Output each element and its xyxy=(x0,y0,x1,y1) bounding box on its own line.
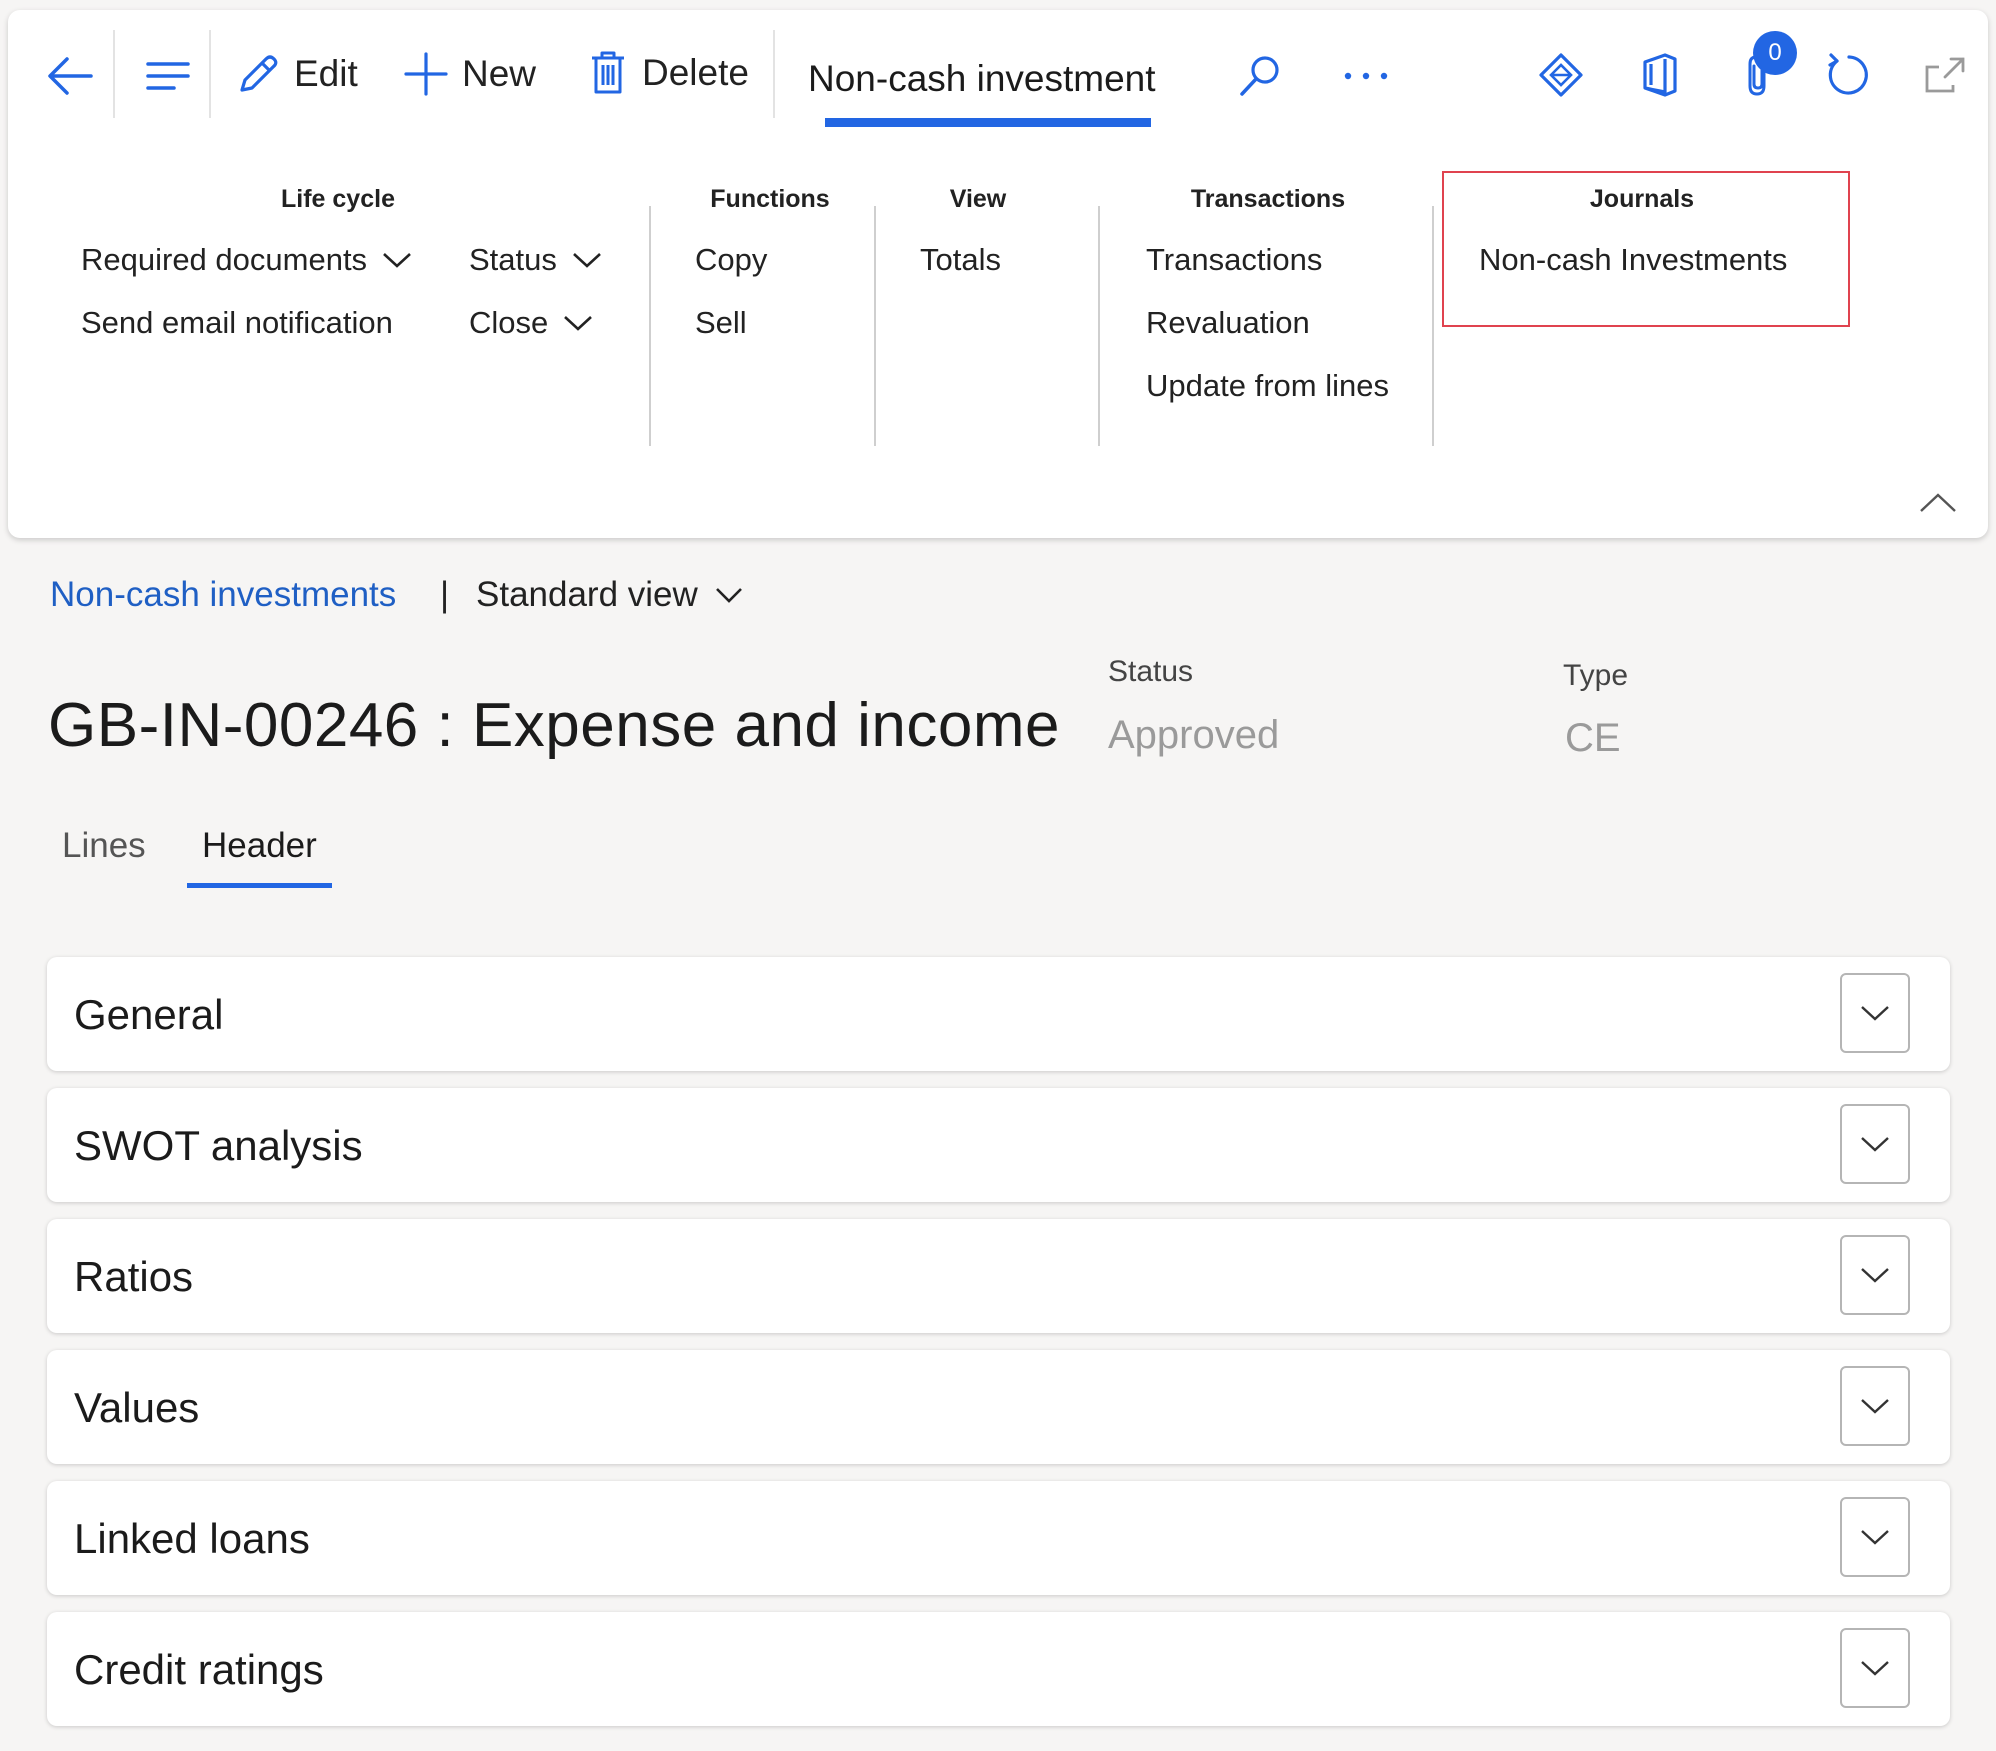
toolbar-divider xyxy=(773,30,775,118)
view-selector-label: Standard view xyxy=(476,575,698,614)
group-title-functions: Functions xyxy=(710,185,830,213)
expand-section-button[interactable] xyxy=(1840,1628,1910,1708)
more-icon xyxy=(1344,72,1388,80)
send-email-notification-button[interactable]: Send email notification xyxy=(81,305,393,341)
close-menu-label: Close xyxy=(469,305,549,340)
group-title-view: View xyxy=(949,185,1007,213)
group-divider xyxy=(1098,206,1100,446)
copy-button[interactable]: Copy xyxy=(695,242,767,278)
section-title: Values xyxy=(74,1384,200,1431)
collapse-ribbon-button[interactable] xyxy=(1914,486,1962,520)
update-from-lines-button[interactable]: Update from lines xyxy=(1146,368,1389,404)
chevron-down-icon xyxy=(383,253,411,268)
hamburger-menu-icon xyxy=(146,62,190,90)
section-swot-analysis[interactable]: SWOT analysis xyxy=(47,1088,1950,1202)
section-title: SWOT analysis xyxy=(74,1122,363,1169)
open-new-window-icon xyxy=(1925,57,1965,93)
section-title: Credit ratings xyxy=(74,1646,324,1693)
search-button[interactable] xyxy=(1230,46,1290,106)
required-documents-label: Required documents xyxy=(81,242,368,277)
new-label: New xyxy=(462,53,537,94)
expand-section-button[interactable] xyxy=(1840,1497,1910,1577)
required-documents-dropdown[interactable]: Required documents xyxy=(81,242,413,278)
office-button[interactable] xyxy=(1628,44,1690,106)
plus-icon xyxy=(404,52,448,96)
status-dropdown[interactable]: Status xyxy=(469,242,603,278)
delete-label: Delete xyxy=(642,52,749,93)
section-credit-ratings[interactable]: Credit ratings xyxy=(47,1612,1950,1726)
expand-section-button[interactable] xyxy=(1840,973,1910,1053)
transactions-button[interactable]: Transactions xyxy=(1146,242,1322,278)
refresh-icon xyxy=(1828,53,1868,95)
section-general[interactable]: General xyxy=(47,957,1950,1071)
chevron-down-icon xyxy=(573,253,601,268)
chevron-down-icon xyxy=(715,588,742,603)
back-arrow-icon xyxy=(48,57,93,95)
action-pane: Edit New Delete Non-cash investment 0 Li… xyxy=(8,10,1988,538)
tab-header[interactable]: Header xyxy=(202,826,317,866)
tab-lines[interactable]: Lines xyxy=(62,826,146,866)
section-title: Ratios xyxy=(74,1253,194,1300)
toolbar-divider xyxy=(113,30,115,118)
expand-section-button[interactable] xyxy=(1840,1104,1910,1184)
status-menu-label: Status xyxy=(469,242,557,277)
toolbar-divider xyxy=(209,30,211,118)
active-tab-indicator xyxy=(187,883,332,888)
non-cash-investments-journal-button[interactable]: Non-cash Investments xyxy=(1479,242,1787,278)
chevron-down-icon xyxy=(564,316,593,331)
chevron-down-icon xyxy=(1861,1137,1889,1152)
more-options-button[interactable] xyxy=(1333,50,1399,102)
view-selector[interactable]: Standard view xyxy=(476,575,744,615)
back-button[interactable] xyxy=(38,44,102,108)
power-apps-icon xyxy=(1539,53,1583,97)
new-button[interactable]: New xyxy=(404,52,536,96)
tab-non-cash-investment[interactable]: Non-cash investment xyxy=(808,58,1156,100)
section-linked-loans[interactable]: Linked loans xyxy=(47,1481,1950,1595)
page-title: GB-IN-00246 : Expense and income xyxy=(48,691,1060,760)
section-title: General xyxy=(74,991,224,1038)
pencil-icon xyxy=(240,55,278,92)
menu-button[interactable] xyxy=(136,44,200,108)
section-title: Linked loans xyxy=(74,1515,310,1562)
delete-button[interactable]: Delete xyxy=(588,50,749,96)
group-divider xyxy=(874,206,876,446)
type-field-label: Type xyxy=(1563,659,1629,692)
search-icon xyxy=(1240,56,1279,96)
expand-section-button[interactable] xyxy=(1840,1235,1910,1315)
status-field-label: Status xyxy=(1108,655,1194,688)
chevron-down-icon xyxy=(1861,1006,1889,1021)
chevron-down-icon xyxy=(1861,1530,1889,1545)
edit-button[interactable]: Edit xyxy=(236,52,358,96)
office-icon xyxy=(1643,53,1677,97)
group-title-journals: Journals xyxy=(1589,185,1695,213)
trash-icon xyxy=(592,51,624,94)
power-apps-button[interactable] xyxy=(1530,44,1592,106)
expand-section-button[interactable] xyxy=(1840,1366,1910,1446)
group-divider xyxy=(649,206,651,446)
attachments-count-badge: 0 xyxy=(1753,31,1797,75)
chevron-down-icon xyxy=(1861,1399,1889,1414)
group-divider xyxy=(1432,206,1434,446)
revaluation-button[interactable]: Revaluation xyxy=(1146,305,1310,341)
status-field-value: Approved xyxy=(1108,713,1280,757)
breadcrumb-link-non-cash-investments[interactable]: Non-cash investments xyxy=(50,575,396,615)
open-new-window-button[interactable] xyxy=(1914,44,1976,106)
chevron-down-icon xyxy=(1861,1268,1889,1283)
close-dropdown[interactable]: Close xyxy=(469,305,594,341)
section-values[interactable]: Values xyxy=(47,1350,1950,1464)
edit-label: Edit xyxy=(294,53,358,94)
active-tab-indicator xyxy=(825,118,1151,127)
totals-button[interactable]: Totals xyxy=(920,242,1001,278)
section-ratios[interactable]: Ratios xyxy=(47,1219,1950,1333)
group-title-life-cycle: Life cycle xyxy=(281,185,395,213)
refresh-button[interactable] xyxy=(1818,44,1880,106)
group-title-transactions: Transactions xyxy=(1190,185,1346,213)
chevron-up-icon xyxy=(1920,493,1956,512)
type-field-value: CE xyxy=(1565,716,1621,760)
chevron-down-icon xyxy=(1861,1661,1889,1676)
breadcrumb-separator: | xyxy=(440,575,450,614)
sell-button[interactable]: Sell xyxy=(695,305,747,341)
